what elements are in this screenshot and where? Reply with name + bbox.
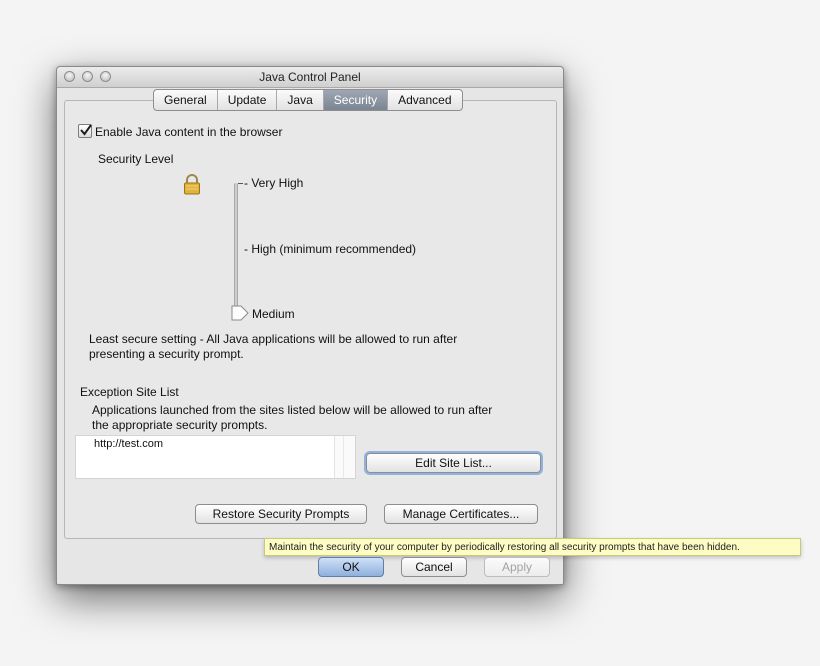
edit-site-list-button[interactable]: Edit Site List... <box>366 453 541 473</box>
manage-certificates-button[interactable]: Manage Certificates... <box>384 504 538 524</box>
restore-security-prompts-button[interactable]: Restore Security Prompts <box>195 504 367 524</box>
exception-site-list[interactable]: http://test.com <box>75 435 356 479</box>
level-very-high: - Very High <box>244 176 304 190</box>
tab-bar: General Update Java Security Advanced <box>153 89 463 111</box>
window-title: Java Control Panel <box>259 70 361 84</box>
level-description-line1: Least secure setting - All Java applicat… <box>89 332 458 346</box>
enable-java-checkbox[interactable] <box>78 124 92 138</box>
exception-description-line2: the appropriate security prompts. <box>92 418 268 432</box>
restore-prompts-tooltip: Maintain the security of your computer b… <box>264 538 801 556</box>
exception-description-line1: Applications launched from the sites lis… <box>92 403 493 417</box>
ok-button[interactable]: OK <box>318 557 384 577</box>
enable-java-label: Enable Java content in the browser <box>95 125 283 139</box>
tab-java[interactable]: Java <box>277 90 324 110</box>
exception-site-list-heading: Exception Site List <box>80 385 179 399</box>
site-list-item[interactable]: http://test.com <box>94 438 163 450</box>
level-medium: Medium <box>252 307 295 321</box>
checkmark-icon <box>80 124 92 136</box>
tab-security[interactable]: Security <box>323 90 389 110</box>
tab-general[interactable]: General <box>154 90 218 110</box>
level-high: - High (minimum recommended) <box>244 242 417 256</box>
security-level-slider-thumb[interactable] <box>231 305 249 321</box>
apply-button[interactable]: Apply <box>484 557 550 577</box>
tick-very-high <box>238 183 243 184</box>
level-description-line2: presenting a security prompt. <box>89 347 244 361</box>
title-bar: Java Control Panel <box>57 67 563 88</box>
site-list-scrollbar[interactable] <box>334 436 355 478</box>
security-level-slider-track[interactable] <box>234 183 238 313</box>
tab-advanced[interactable]: Advanced <box>388 90 461 110</box>
cancel-button[interactable]: Cancel <box>401 557 467 577</box>
security-level-heading: Security Level <box>98 152 174 166</box>
tab-update[interactable]: Update <box>218 90 278 110</box>
padlock-icon <box>184 174 200 195</box>
